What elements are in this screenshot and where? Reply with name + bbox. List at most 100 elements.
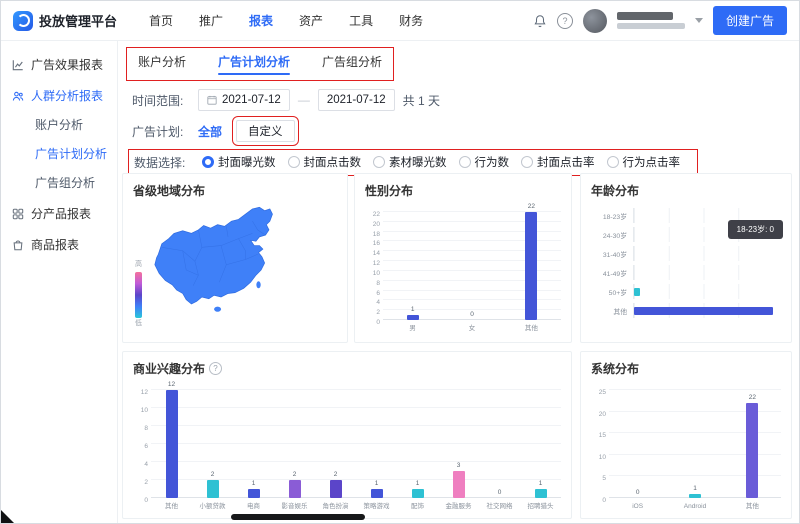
radio-dot xyxy=(607,156,619,168)
y-category-label: 31-40岁 xyxy=(591,249,633,259)
radio-label: 行为点击率 xyxy=(623,154,681,170)
avatar[interactable] xyxy=(583,9,607,33)
radio-label: 封面点击率 xyxy=(537,154,595,170)
plan-option-all[interactable]: 全部 xyxy=(198,123,222,140)
x-tick-label: 影音娱乐 xyxy=(274,500,315,510)
audience-icon xyxy=(12,90,24,102)
y-tick-label: 14 xyxy=(373,250,380,257)
nav-item-promotion[interactable]: 推广 xyxy=(199,12,223,29)
date-range-separator: — xyxy=(298,93,310,107)
bar-value-label: 0 xyxy=(470,311,474,318)
radio-label: 行为数 xyxy=(475,154,510,170)
radio-cover-ctr[interactable]: 封面点击率 xyxy=(521,154,595,170)
line-chart-icon xyxy=(12,59,24,71)
top-bar: 投放管理平台 首页 推广 报表 资产 工具 财务 创建广告 xyxy=(1,1,799,41)
info-circle-icon[interactable] xyxy=(209,362,222,375)
bar-value-label: 1 xyxy=(411,306,415,313)
sidebar-item-product-reports[interactable]: 分产品报表 xyxy=(1,198,117,229)
question-circle-icon[interactable] xyxy=(557,13,573,29)
plan-option-custom[interactable]: 自定义 xyxy=(236,120,295,142)
x-tick-label: 金融服务 xyxy=(438,500,479,510)
tab-campaign-analysis[interactable]: 广告计划分析 xyxy=(218,53,290,75)
sidebar-item-label: 广告效果报表 xyxy=(31,56,103,73)
bell-icon[interactable] xyxy=(533,14,547,28)
gender-bar-chart: 02468101214161820221022男女其他 xyxy=(365,202,561,332)
sidebar-subitem-account-analysis[interactable]: 账户分析 xyxy=(1,111,117,140)
bar-6 xyxy=(412,489,424,498)
y-tick-label: 12 xyxy=(141,389,148,396)
interest-bar-chart: 02468101212212211301其他小额贷款电商影音娱乐角色扮演策略游戏… xyxy=(133,380,561,510)
tab-adgroup-analysis[interactable]: 广告组分析 xyxy=(322,53,382,75)
app-title: 投放管理平台 xyxy=(39,11,117,30)
y-tick-label: 10 xyxy=(599,454,606,461)
chart-title-interest: 商业兴趣分布 xyxy=(133,360,561,376)
bar-value-label: 1 xyxy=(375,480,379,487)
radio-cover-clicks[interactable]: 封面点击数 xyxy=(288,154,362,170)
bar-0 xyxy=(407,315,419,320)
sidebar-subitem-adgroup-analysis[interactable]: 广告组分析 xyxy=(1,169,117,198)
plot-area: 1 0 22 xyxy=(383,202,561,320)
user-info-redacted[interactable] xyxy=(617,12,685,29)
radio-label: 封面曝光数 xyxy=(218,154,276,170)
bar-1 xyxy=(689,494,701,498)
bar-value-label: 3 xyxy=(457,462,461,469)
x-tick-label: 配饰 xyxy=(397,500,438,510)
radio-material-impressions[interactable]: 素材曝光数 xyxy=(373,154,447,170)
radio-label: 素材曝光数 xyxy=(389,154,447,170)
date-end-input[interactable]: 2021-07-12 xyxy=(318,89,395,111)
nav-item-tools[interactable]: 工具 xyxy=(349,12,373,29)
radio-action-ctr[interactable]: 行为点击率 xyxy=(607,154,681,170)
screen-artifact-corner xyxy=(1,510,14,523)
age-row-4: 50+岁 xyxy=(591,284,773,299)
bar-track xyxy=(633,246,773,261)
data-select-row: 数据选择: 封面曝光数封面点击数素材曝光数行为数封面点击率行为点击率 xyxy=(132,150,785,174)
x-tick-label: 其他 xyxy=(151,500,192,510)
legend-high-label: 高 xyxy=(135,261,142,269)
ad-plan-row: 广告计划: 全部自定义 xyxy=(132,119,785,143)
goods-icon xyxy=(12,239,24,251)
sidebar-item-label: 商品报表 xyxy=(31,236,79,253)
sidebar-item-label: 分产品报表 xyxy=(31,205,91,222)
radio-label: 封面点击数 xyxy=(304,154,362,170)
sidebar-subitem-campaign-analysis[interactable]: 广告计划分析 xyxy=(1,140,117,169)
radio-cover-impressions[interactable]: 封面曝光数 xyxy=(202,154,276,170)
x-tick-label: 电商 xyxy=(233,500,274,510)
y-tick-label: 16 xyxy=(373,240,380,247)
app-logo[interactable]: 投放管理平台 xyxy=(13,11,139,31)
x-tick-label: 角色扮演 xyxy=(315,500,356,510)
nav-item-reports[interactable]: 报表 xyxy=(249,12,273,29)
bar-1 xyxy=(207,480,219,498)
data-select-radio-group: 封面曝光数 封面点击数 素材曝光数 行为数 封面点击率 行为点击率 xyxy=(202,154,692,170)
chart-card-region: 省级地域分布 xyxy=(122,173,348,343)
sidebar-item-goods-reports[interactable]: 商品报表 xyxy=(1,229,117,260)
bar-track xyxy=(633,303,773,318)
chevron-down-icon[interactable] xyxy=(695,18,703,23)
gridline xyxy=(151,425,561,426)
y-tick-label: 15 xyxy=(599,432,606,439)
sidebar-item-ad-effect-reports[interactable]: 广告效果报表 xyxy=(1,49,117,80)
user-name-redacted xyxy=(617,12,673,20)
sidebar-item-audience-analysis-reports[interactable]: 人群分析报表 xyxy=(1,80,117,111)
top-nav: 首页 推广 报表 资产 工具 财务 xyxy=(149,12,423,29)
create-ad-button[interactable]: 创建广告 xyxy=(713,6,787,35)
tab-account-analysis[interactable]: 账户分析 xyxy=(138,53,186,75)
nav-item-assets[interactable]: 资产 xyxy=(299,12,323,29)
time-range-label: 时间范围: xyxy=(132,92,190,109)
bar-value-label: 1 xyxy=(416,480,420,487)
radio-dot xyxy=(521,156,533,168)
x-tick-label: iOS xyxy=(609,503,666,510)
nav-item-finance[interactable]: 财务 xyxy=(399,12,423,29)
y-tick-label: 5 xyxy=(602,475,606,482)
y-tick-label: 2 xyxy=(376,309,380,316)
charts-grid: 省级地域分布 xyxy=(122,173,791,517)
nav-item-home[interactable]: 首页 xyxy=(149,12,173,29)
date-start-input[interactable]: 2021-07-12 xyxy=(198,89,290,111)
gridline xyxy=(609,389,781,390)
radio-actions[interactable]: 行为数 xyxy=(459,154,510,170)
radio-dot xyxy=(202,156,214,168)
bar-7 xyxy=(453,471,465,498)
y-tick-label: 10 xyxy=(373,270,380,277)
x-tick-label: 女 xyxy=(442,322,501,332)
y-tick-label: 4 xyxy=(144,461,148,468)
bar-value-label: 22 xyxy=(528,203,535,210)
